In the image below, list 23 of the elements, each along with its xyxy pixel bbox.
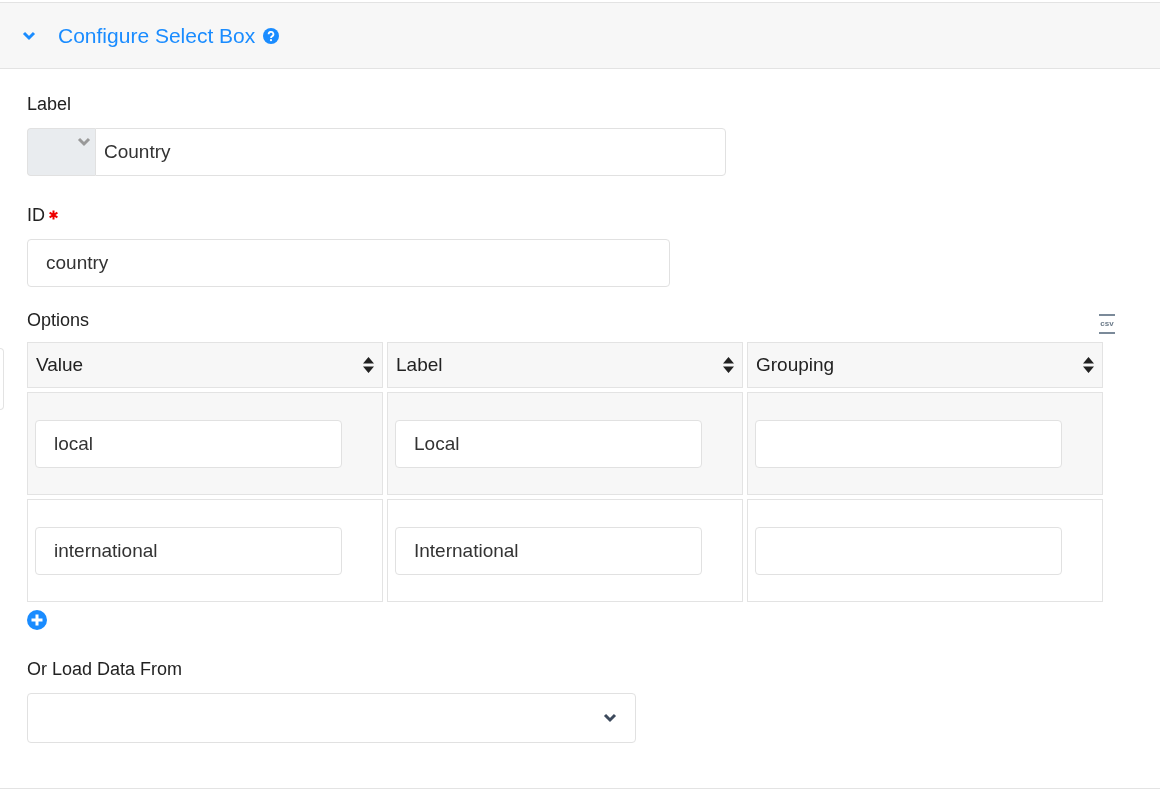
column-header[interactable]: Grouping bbox=[747, 342, 1103, 388]
sort-icon[interactable] bbox=[363, 357, 374, 373]
label-input[interactable]: Country bbox=[95, 128, 726, 176]
sort-icon[interactable] bbox=[723, 357, 734, 373]
help-icon[interactable] bbox=[263, 27, 280, 44]
chevron-icon[interactable] bbox=[22, 30, 36, 41]
column-header[interactable]: Label bbox=[387, 342, 743, 388]
cell-input[interactable]: local bbox=[35, 419, 342, 468]
field-label: Or Load Data From bbox=[27, 658, 183, 681]
cell-input[interactable]: Local bbox=[395, 419, 702, 468]
options-label: Options bbox=[27, 309, 90, 332]
cell-input[interactable]: international bbox=[35, 526, 342, 575]
chevron-icon bbox=[603, 713, 617, 723]
cell-input[interactable] bbox=[755, 419, 1062, 468]
column-header[interactable]: Value bbox=[27, 342, 383, 388]
cell-input[interactable] bbox=[755, 526, 1062, 575]
field-label: Label bbox=[27, 93, 72, 116]
cell-input[interactable]: International bbox=[395, 526, 702, 575]
sort-icon[interactable] bbox=[1083, 357, 1094, 373]
field-label: ID bbox=[27, 204, 45, 227]
chevron-icon bbox=[77, 137, 91, 149]
id-input[interactable]: country bbox=[27, 239, 670, 287]
add-row-icon[interactable] bbox=[27, 610, 47, 630]
